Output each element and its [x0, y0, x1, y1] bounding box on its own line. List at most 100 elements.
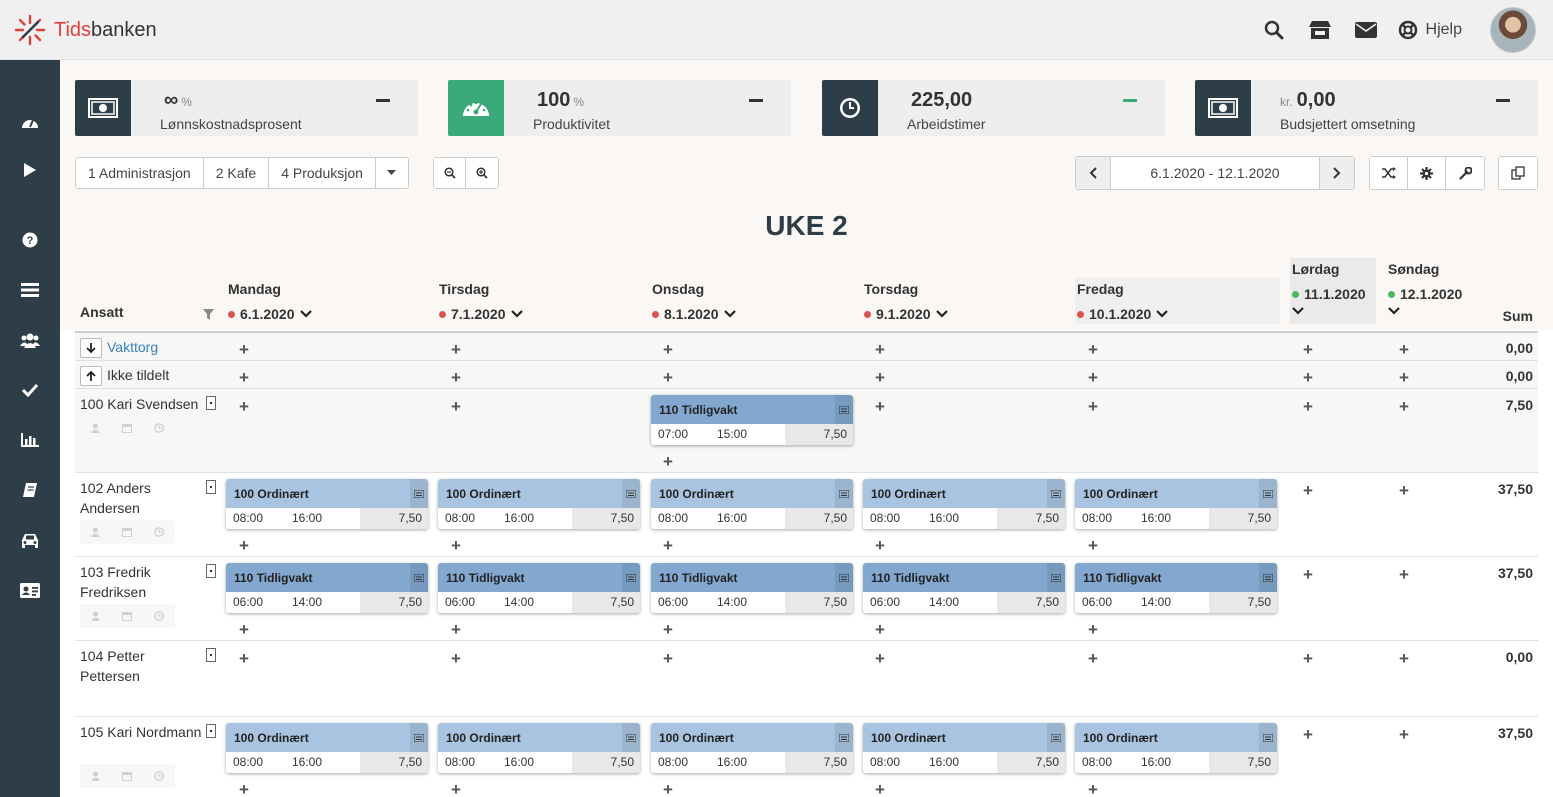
clock-icon[interactable] — [154, 771, 164, 781]
clock-icon[interactable] — [154, 611, 164, 621]
notes-icon[interactable] — [410, 479, 428, 508]
day-header-wednesday[interactable]: Onsdag 8.1.2020 — [652, 281, 736, 322]
add-shift-button[interactable]: + — [1398, 398, 1410, 415]
notes-icon[interactable] — [835, 479, 853, 508]
add-shift-button[interactable]: + — [450, 621, 462, 638]
shift-card[interactable]: 100 Ordinært 08:00 16:00 7,50 — [651, 479, 853, 529]
search-icon[interactable] — [1260, 16, 1288, 44]
list-icon[interactable] — [18, 280, 42, 300]
shift-card[interactable]: 100 Ordinært 08:00 16:00 7,50 — [863, 723, 1065, 773]
notes-icon[interactable] — [835, 563, 853, 592]
add-shift-button[interactable]: + — [662, 537, 674, 554]
employee-menu-button[interactable] — [206, 396, 216, 410]
notes-icon[interactable] — [622, 563, 640, 592]
day-header-thursday[interactable]: Torsdag 9.1.2020 — [864, 281, 948, 322]
day-header-saturday[interactable]: Lørdag 11.1.2020 — [1292, 261, 1366, 318]
add-shift-button[interactable]: + — [450, 398, 462, 415]
logo[interactable]: Tidsbanken — [14, 14, 157, 46]
employee-menu-button[interactable] — [206, 564, 216, 578]
calendar-icon[interactable] — [122, 423, 132, 433]
employee-name[interactable]: 100 Kari Svendsen — [80, 394, 205, 414]
help-link[interactable]: Hjelp — [1398, 20, 1462, 40]
settings-button[interactable] — [1408, 157, 1446, 189]
department-button[interactable]: 1 Administrasjon — [76, 158, 204, 188]
calendar-icon[interactable] — [122, 611, 132, 621]
add-shift-button[interactable]: + — [238, 398, 250, 415]
add-shift-button[interactable]: + — [1302, 341, 1314, 358]
filter-icon[interactable] — [203, 308, 214, 323]
shift-card[interactable]: 100 Ordinært 08:00 16:00 7,50 — [438, 723, 640, 773]
add-shift-button[interactable]: + — [1087, 650, 1099, 667]
add-shift-button[interactable]: + — [1302, 566, 1314, 583]
add-shift-button[interactable]: + — [1398, 650, 1410, 667]
shift-card[interactable]: 100 Ordinært 08:00 16:00 7,50 — [651, 723, 853, 773]
mail-icon[interactable] — [1352, 16, 1380, 44]
vakttorg-link[interactable]: Vakttorg — [107, 339, 158, 355]
add-shift-button[interactable]: + — [874, 650, 886, 667]
add-shift-button[interactable]: + — [238, 341, 250, 358]
users-icon[interactable] — [18, 330, 42, 350]
add-shift-button[interactable]: + — [450, 650, 462, 667]
shuffle-button[interactable] — [1370, 157, 1408, 189]
day-header-sunday[interactable]: Søndag 12.1.2020 — [1388, 261, 1462, 318]
add-shift-button[interactable]: + — [1302, 726, 1314, 743]
shift-card[interactable]: 110 Tidligvakt 07:00 15:00 7,50 — [651, 395, 853, 445]
calendar-icon[interactable] — [122, 527, 132, 537]
department-button[interactable]: 2 Kafe — [203, 158, 270, 188]
notes-icon[interactable] — [622, 723, 640, 752]
add-shift-button[interactable]: + — [450, 369, 462, 386]
clock-icon[interactable] — [154, 527, 164, 537]
shift-card[interactable]: 100 Ordinært 08:00 16:00 7,50 — [226, 723, 428, 773]
notes-icon[interactable] — [835, 723, 853, 752]
employee-menu-button[interactable] — [206, 480, 216, 494]
add-shift-button[interactable]: + — [662, 781, 674, 797]
add-shift-button[interactable]: + — [1398, 726, 1410, 743]
add-shift-button[interactable]: + — [1302, 398, 1314, 415]
add-shift-button[interactable]: + — [450, 341, 462, 358]
add-shift-button[interactable]: + — [1398, 369, 1410, 386]
add-shift-button[interactable]: + — [450, 781, 462, 797]
department-button[interactable]: 4 Produksjon — [269, 158, 376, 188]
add-shift-button[interactable]: + — [662, 621, 674, 638]
add-shift-button[interactable]: + — [1398, 482, 1410, 499]
add-shift-button[interactable]: + — [1087, 341, 1099, 358]
user-icon[interactable] — [91, 527, 100, 537]
id-card-icon[interactable] — [18, 580, 42, 600]
day-header-friday[interactable]: Fredag 10.1.2020 — [1077, 281, 1169, 322]
add-shift-button[interactable]: + — [1087, 781, 1099, 797]
user-icon[interactable] — [91, 423, 100, 433]
notes-icon[interactable] — [1259, 563, 1277, 592]
bar-chart-icon[interactable] — [18, 430, 42, 450]
department-dropdown-button[interactable] — [375, 158, 408, 188]
add-shift-button[interactable]: + — [1398, 341, 1410, 358]
avatar[interactable] — [1490, 7, 1536, 53]
shift-card[interactable]: 100 Ordinært 08:00 16:00 7,50 — [1075, 723, 1277, 773]
clock-icon[interactable] — [154, 423, 164, 433]
shift-card[interactable]: 100 Ordinært 08:00 16:00 7,50 — [1075, 479, 1277, 529]
employee-menu-button[interactable] — [206, 648, 216, 662]
employee-name[interactable]: 103 Fredrik Fredriksen — [80, 562, 205, 602]
employee-name[interactable]: 102 Anders Andersen — [80, 478, 205, 518]
car-icon[interactable] — [18, 530, 42, 550]
date-range-text[interactable]: 6.1.2020 - 12.1.2020 — [1110, 157, 1320, 189]
copy-button[interactable] — [1499, 157, 1537, 189]
add-shift-button[interactable]: + — [1087, 398, 1099, 415]
add-shift-button[interactable]: + — [1302, 650, 1314, 667]
play-icon[interactable] — [18, 160, 42, 180]
calendar-icon[interactable] — [122, 771, 132, 781]
next-week-button[interactable] — [1320, 157, 1354, 189]
add-shift-button[interactable]: + — [874, 341, 886, 358]
shift-card[interactable]: 110 Tidligvakt 06:00 14:00 7,50 — [438, 563, 640, 613]
add-shift-button[interactable]: + — [1087, 369, 1099, 386]
notes-icon[interactable] — [1047, 563, 1065, 592]
dashboard-icon[interactable] — [18, 112, 42, 132]
add-shift-button[interactable]: + — [874, 398, 886, 415]
check-icon[interactable] — [18, 380, 42, 400]
add-shift-button[interactable]: + — [450, 537, 462, 554]
notes-icon[interactable] — [1259, 479, 1277, 508]
add-shift-button[interactable]: + — [1302, 482, 1314, 499]
shift-card[interactable]: 110 Tidligvakt 06:00 14:00 7,50 — [226, 563, 428, 613]
employee-name[interactable]: 104 Petter Pettersen — [80, 646, 205, 686]
notes-icon[interactable] — [410, 723, 428, 752]
shift-card[interactable]: 110 Tidligvakt 06:00 14:00 7,50 — [863, 563, 1065, 613]
